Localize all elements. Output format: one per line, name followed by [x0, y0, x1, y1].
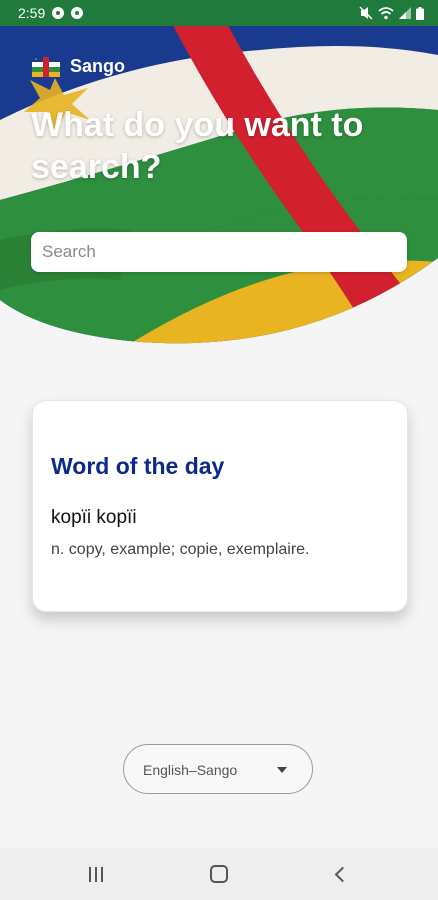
signal-icon	[399, 7, 411, 19]
mute-icon	[359, 6, 373, 20]
app-brand: Sango	[32, 56, 125, 77]
word-of-the-day-card[interactable]: Word of the day kopïi kopïi n. copy, exa…	[32, 400, 408, 612]
recent-apps-icon	[89, 866, 103, 882]
wifi-icon	[378, 7, 394, 20]
search-input[interactable]	[31, 232, 407, 272]
central-african-flag-icon	[32, 56, 60, 77]
word-definition: n. copy, example; copie, exemplaire.	[51, 541, 310, 558]
language-selector[interactable]: English–Sango	[123, 744, 313, 794]
page-title: What do you want to search?	[31, 106, 364, 186]
app-name: Sango	[70, 56, 126, 76]
chat-notification-icon	[71, 7, 84, 19]
home-button[interactable]	[189, 848, 249, 900]
recent-apps-button[interactable]	[66, 848, 126, 900]
back-icon	[334, 866, 350, 882]
search-bar[interactable]	[31, 232, 407, 272]
card-title: Word of the day	[51, 453, 225, 479]
circle-notification-icon	[52, 7, 65, 19]
word-headword: kopïi kopïi	[51, 507, 137, 528]
language-selector-value: English–Sango	[143, 762, 238, 778]
battery-icon	[416, 6, 424, 20]
back-button[interactable]	[310, 848, 370, 900]
home-icon	[210, 865, 228, 883]
navigation-bar	[0, 848, 438, 900]
status-time: 2:59	[18, 5, 46, 21]
chevron-down-icon	[277, 767, 287, 773]
status-bar: 2:59	[0, 0, 438, 26]
